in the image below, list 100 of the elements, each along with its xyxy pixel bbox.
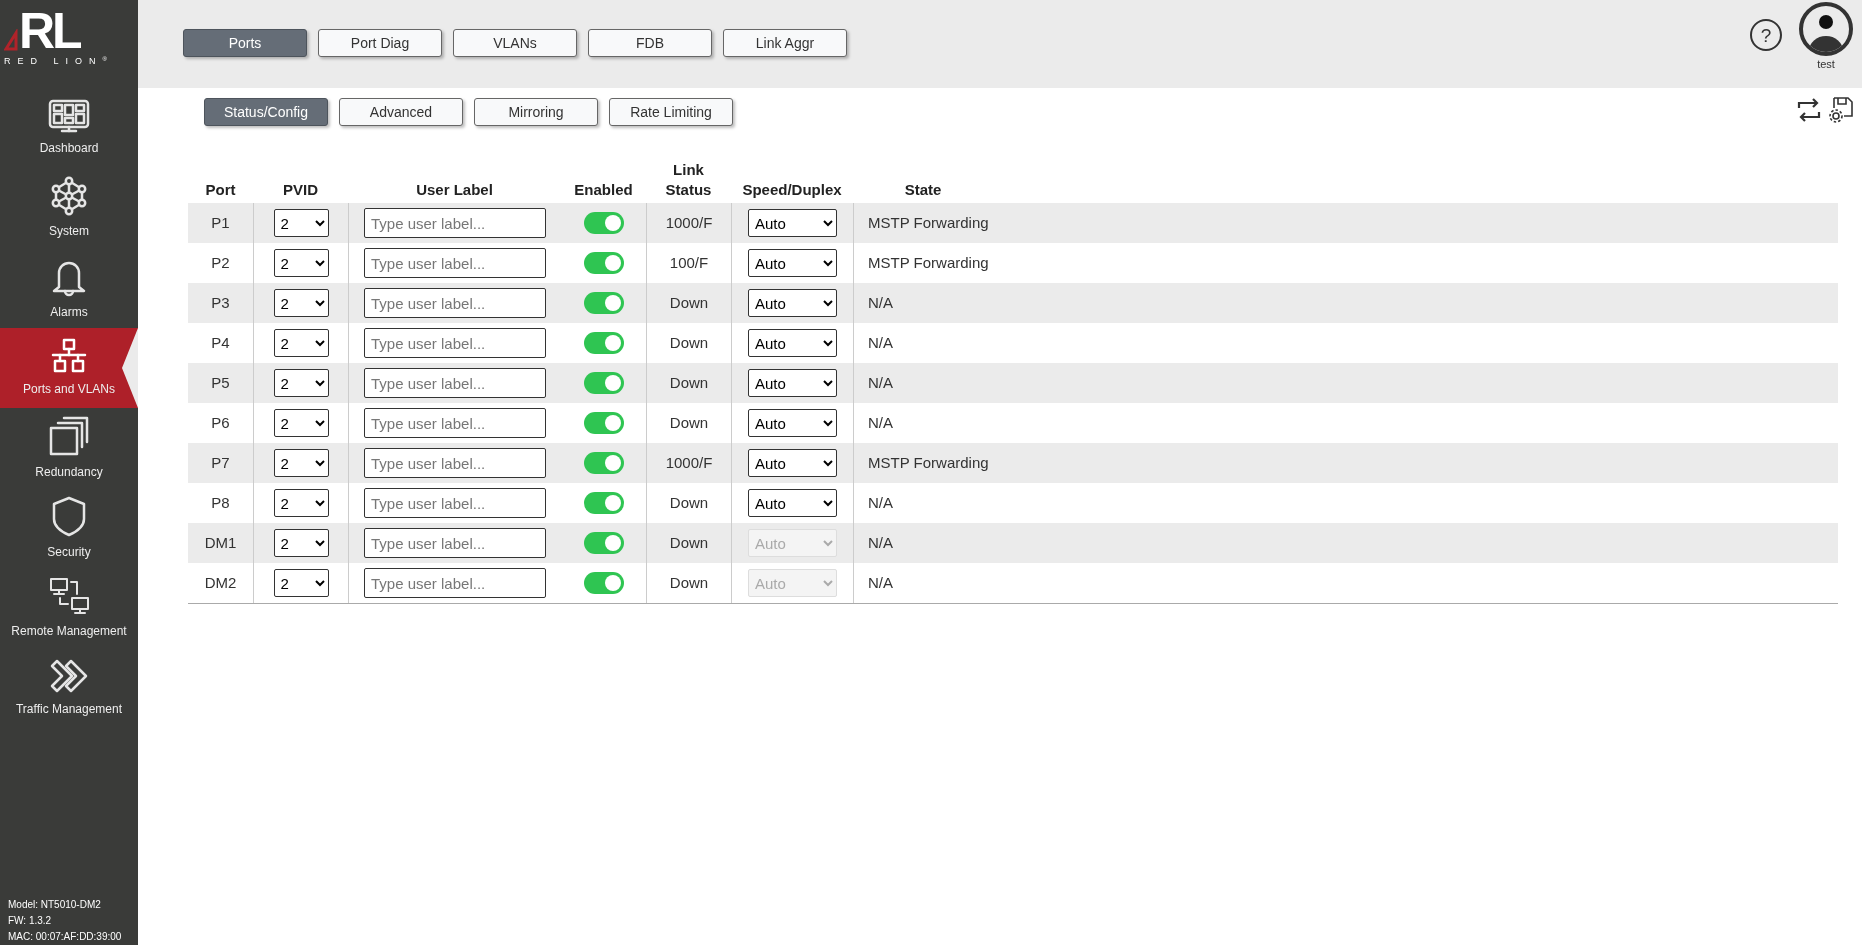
user-label-input[interactable]: Type user label... bbox=[364, 568, 546, 598]
column-header: Speed/Duplex bbox=[742, 180, 842, 200]
toggle-switch[interactable] bbox=[583, 252, 624, 274]
toggle-switch[interactable] bbox=[583, 332, 624, 354]
port-name: P8 bbox=[211, 492, 230, 513]
pvid-select[interactable]: 2 bbox=[273, 449, 329, 477]
port-name: P4 bbox=[211, 332, 230, 353]
pvid-select[interactable]: 2 bbox=[273, 529, 329, 557]
pvid-select[interactable]: 2 bbox=[273, 569, 329, 597]
sidebar-item[interactable]: System bbox=[0, 168, 138, 248]
user-label-input[interactable]: Type user label... bbox=[364, 328, 546, 358]
user-label-input[interactable]: Type user label... bbox=[364, 448, 546, 478]
port-state: N/A bbox=[868, 412, 893, 433]
speed-duplex-select[interactable]: Auto bbox=[748, 409, 837, 437]
tab[interactable]: Rate Limiting bbox=[609, 98, 733, 126]
column-header: State bbox=[904, 180, 942, 200]
user-label-input[interactable]: Type user label... bbox=[364, 488, 546, 518]
speed-duplex-select[interactable]: Auto bbox=[748, 369, 837, 397]
link-status: Down bbox=[669, 492, 709, 513]
speed-duplex-select[interactable]: Auto bbox=[748, 329, 837, 357]
user-label-input[interactable]: Type user label... bbox=[364, 408, 546, 438]
column-header: User Label bbox=[416, 180, 493, 200]
network-icon bbox=[50, 338, 88, 374]
port-state: N/A bbox=[868, 372, 893, 393]
link-status: Down bbox=[669, 572, 709, 593]
sidebar-item[interactable]: Ports and VLANs bbox=[0, 328, 138, 408]
link-status: 1000/F bbox=[665, 452, 713, 473]
sidebar-item[interactable]: Dashboard bbox=[0, 88, 138, 168]
toggle-switch[interactable] bbox=[583, 572, 624, 594]
tab[interactable]: Link Aggr bbox=[723, 29, 847, 57]
help-button[interactable]: ? bbox=[1750, 19, 1782, 51]
repeat-icon[interactable] bbox=[1796, 97, 1822, 123]
pvid-select[interactable]: 2 bbox=[273, 369, 329, 397]
toggle-switch[interactable] bbox=[583, 492, 624, 514]
port-state: MSTP Forwarding bbox=[868, 212, 989, 233]
speed-duplex-select[interactable]: Auto bbox=[748, 489, 837, 517]
pvid-select[interactable]: 2 bbox=[273, 209, 329, 237]
port-name: P1 bbox=[211, 212, 230, 233]
sidebar-item[interactable]: Alarms bbox=[0, 248, 138, 328]
link-status: 1000/F bbox=[665, 212, 713, 233]
port-state: MSTP Forwarding bbox=[868, 452, 989, 473]
port-name: P3 bbox=[211, 292, 230, 313]
logo-triangle-icon bbox=[4, 29, 18, 51]
link-status: Down bbox=[669, 332, 709, 353]
toggle-switch[interactable] bbox=[583, 212, 624, 234]
tab[interactable]: Port Diag bbox=[318, 29, 442, 57]
port-name: DM2 bbox=[204, 572, 237, 593]
pvid-select[interactable]: 2 bbox=[273, 329, 329, 357]
speed-duplex-select[interactable]: Auto bbox=[748, 449, 837, 477]
sidebar-item[interactable]: Security bbox=[0, 488, 138, 568]
port-state: MSTP Forwarding bbox=[868, 252, 989, 273]
sidebar-item[interactable]: Redundancy bbox=[0, 408, 138, 488]
user-avatar-icon[interactable] bbox=[1798, 1, 1854, 57]
port-state: N/A bbox=[868, 492, 893, 513]
link-status: Down bbox=[669, 412, 709, 433]
user-label-input[interactable]: Type user label... bbox=[364, 368, 546, 398]
pvid-select[interactable]: 2 bbox=[273, 289, 329, 317]
column-header: Port bbox=[205, 180, 236, 200]
pvid-select[interactable]: 2 bbox=[273, 489, 329, 517]
pvid-select[interactable]: 2 bbox=[273, 249, 329, 277]
column-header: Link Status bbox=[665, 160, 712, 200]
double-chevron-icon bbox=[48, 658, 90, 694]
toggle-switch[interactable] bbox=[583, 292, 624, 314]
speed-duplex-select[interactable]: Auto bbox=[748, 249, 837, 277]
shield-icon bbox=[51, 495, 87, 537]
tab[interactable]: Mirroring bbox=[474, 98, 598, 126]
sidebar-item[interactable]: Remote Management bbox=[0, 568, 138, 648]
column-header: PVID bbox=[283, 180, 318, 200]
speed-duplex-select[interactable]: Auto bbox=[748, 289, 837, 317]
device-info-text: Model: NT5010-DM2 bbox=[8, 898, 102, 911]
port-name: P6 bbox=[211, 412, 230, 433]
tab[interactable]: Advanced bbox=[339, 98, 463, 126]
device-info-text: FW: 1.3.2 bbox=[8, 914, 53, 927]
port-name: P7 bbox=[211, 452, 230, 473]
tab[interactable]: FDB bbox=[588, 29, 712, 57]
user-label-input[interactable]: Type user label... bbox=[364, 288, 546, 318]
tab[interactable]: Status/Config bbox=[204, 98, 328, 126]
dashboard-icon bbox=[48, 99, 90, 133]
toggle-switch[interactable] bbox=[583, 452, 624, 474]
user-label-input[interactable]: Type user label... bbox=[364, 528, 546, 558]
sidebar-item[interactable]: Traffic Management bbox=[0, 648, 138, 728]
port-name: DM1 bbox=[204, 532, 237, 553]
user-name: test bbox=[1817, 57, 1835, 71]
network-nodes-icon bbox=[49, 176, 89, 216]
link-status: Down bbox=[669, 532, 709, 553]
logo-wordmark: RED LION bbox=[4, 56, 103, 66]
tab[interactable]: Ports bbox=[183, 29, 307, 57]
port-name: P2 bbox=[211, 252, 230, 273]
user-label-input[interactable]: Type user label... bbox=[364, 248, 546, 278]
tab[interactable]: VLANs bbox=[453, 29, 577, 57]
toggle-switch[interactable] bbox=[583, 532, 624, 554]
column-header: Enabled bbox=[574, 180, 633, 200]
speed-duplex-select[interactable]: Auto bbox=[748, 209, 837, 237]
toggle-switch[interactable] bbox=[583, 412, 624, 434]
pvid-select[interactable]: 2 bbox=[273, 409, 329, 437]
toggle-switch[interactable] bbox=[583, 372, 624, 394]
port-state: N/A bbox=[868, 292, 893, 313]
user-label-input[interactable]: Type user label... bbox=[364, 208, 546, 238]
link-status: Down bbox=[669, 372, 709, 393]
save-settings-icon[interactable] bbox=[1828, 96, 1854, 124]
